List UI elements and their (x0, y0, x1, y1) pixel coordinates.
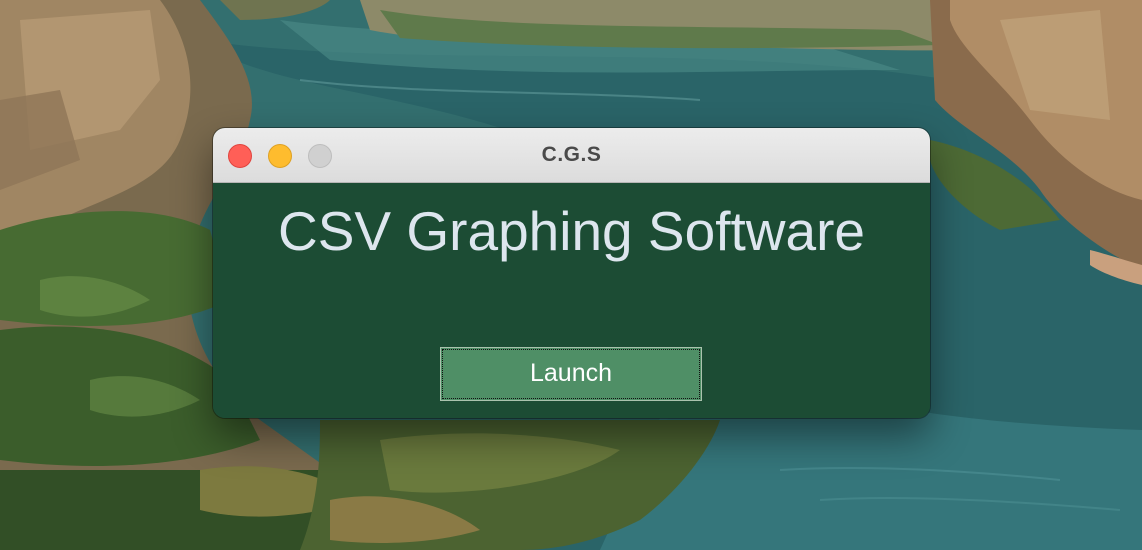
app-heading: CSV Graphing Software (278, 200, 865, 262)
window-titlebar[interactable]: C.G.S (213, 128, 930, 183)
window-content: CSV Graphing Software Launch (213, 183, 930, 418)
app-window: C.G.S CSV Graphing Software Launch (213, 128, 930, 418)
window-title: C.G.S (541, 143, 602, 166)
launch-button[interactable]: Launch (440, 347, 702, 401)
